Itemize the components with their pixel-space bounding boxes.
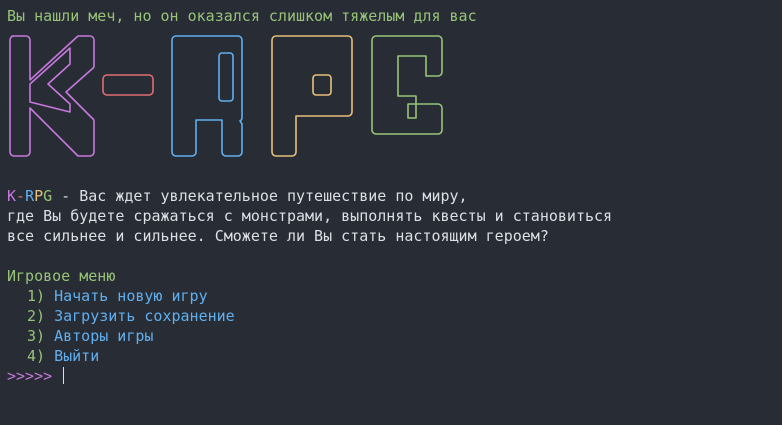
menu-item-label: Начать новую игру [54,287,208,305]
intro-line-1: K-RPG - Вас ждет увлекательное путешеств… [7,186,468,206]
menu-item-label: Авторы игры [54,327,154,345]
brand-dash: - [16,187,26,205]
menu-item-label: Загрузить сохранение [54,307,235,325]
intro-line-3: все сильнее и сильнее. Сможете ли Вы ста… [7,227,549,245]
intro-text-1: - Вас ждет увлекательное путешествие по … [52,187,468,205]
menu-item-label: Выйти [54,347,100,365]
intro-line-2: где Вы будете сражаться с монстрами, вып… [7,207,613,225]
menu-item-authors[interactable]: 3) Авторы игры [27,326,153,346]
menu-item-number: 4) [27,347,46,365]
prompt-symbol: >>>>> [7,367,53,385]
k-rpg-logo [9,35,443,157]
menu-item-number: 2) [27,307,46,325]
brand-p: P [34,187,44,205]
logo-letter-k [9,35,95,157]
brand-k: K [7,187,17,205]
brand-r: R [25,187,35,205]
logo-letter-g [371,35,443,135]
logo-letter-dash [102,74,154,96]
menu-title: Игровое меню [7,267,116,285]
menu-item-number: 1) [27,287,46,305]
text-cursor [63,367,65,384]
menu-item-load-save[interactable]: 2) Загрузить сохранение [27,306,235,326]
menu-item-new-game[interactable]: 1) Начать новую игру [27,286,208,306]
command-prompt[interactable]: >>>>> [7,366,65,386]
brand-g: G [43,187,53,205]
menu-item-number: 3) [27,327,46,345]
logo-letter-p [271,35,353,157]
menu-item-exit[interactable]: 4) Выйти [27,346,99,366]
terminal-window: Вы нашли меч, но он оказался слишком тяж… [0,0,782,425]
